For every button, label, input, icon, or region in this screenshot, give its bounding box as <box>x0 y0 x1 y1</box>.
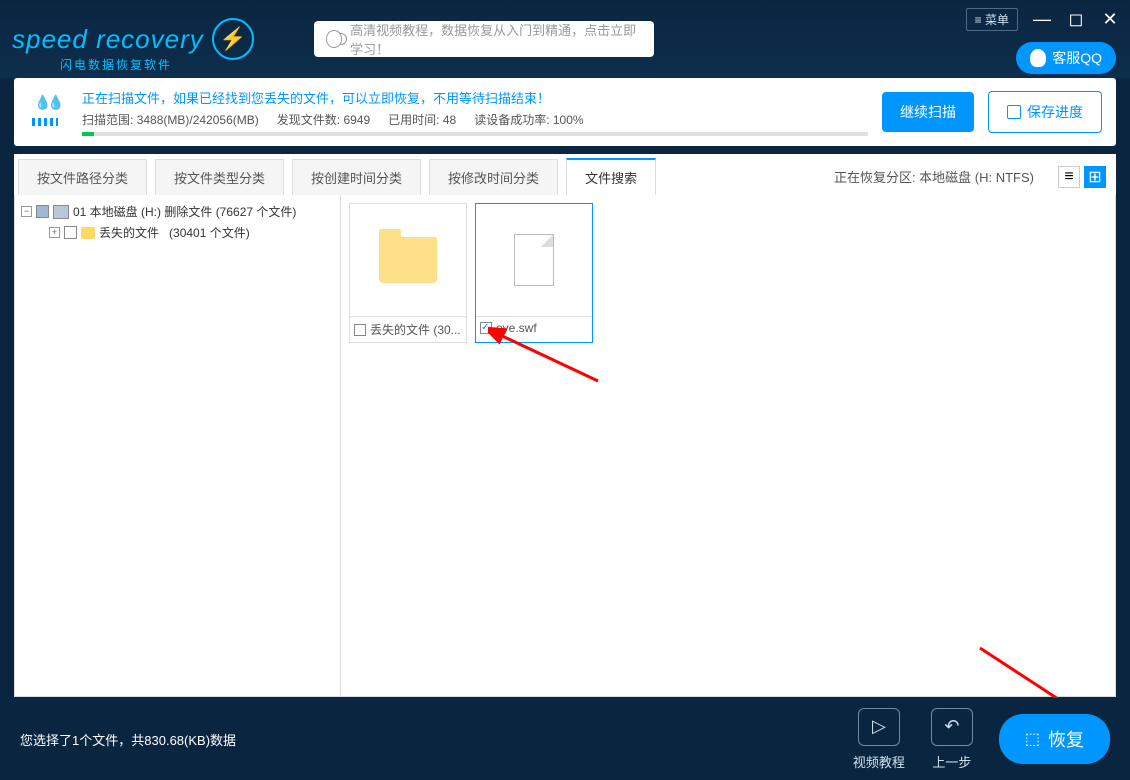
save-progress-button[interactable]: 保存进度 <box>988 91 1102 133</box>
view-toggle: ≡ ⊞ <box>1058 166 1106 188</box>
status-text: 正在扫描文件，如果已经找到您丢失的文件，可以立即恢复，不用等待扫描结束！ 扫描范… <box>82 88 868 136</box>
file-name: eye.swf <box>496 321 537 335</box>
tab-file-search[interactable]: 文件搜索 <box>566 158 656 195</box>
maximize-button[interactable]: ◻ <box>1066 10 1086 30</box>
file-thumbnail <box>476 204 592 316</box>
qq-label: 客服QQ <box>1052 48 1102 68</box>
tree-root-label: 01 本地磁盘 (H:) 删除文件 (76627 个文件) <box>73 203 296 220</box>
window-controls: ≡ 菜单 — ◻ ✕ <box>966 8 1120 31</box>
titlebar: speed recovery ⚡ 闪电数据恢复软件 高清视频教程，数据恢复从入门… <box>0 0 1130 78</box>
scan-progress-fill <box>82 132 94 136</box>
menu-button[interactable]: ≡ 菜单 <box>966 8 1018 31</box>
file-checkbox[interactable] <box>480 322 492 334</box>
partition-info: 正在恢复分区: 本地磁盘 (H: NTFS) <box>818 159 1050 194</box>
video-tutorial-button[interactable]: ▷ 视频教程 <box>853 708 905 771</box>
expand-icon[interactable]: + <box>49 227 60 238</box>
main-content: − 01 本地磁盘 (H:) 删除文件 (76627 个文件) + 丢失的文件 … <box>14 195 1116 697</box>
tree-child-checkbox[interactable] <box>64 226 77 239</box>
footer-actions: ▷ 视频教程 ↶ 上一步 ⬚ 恢复 <box>853 708 1110 771</box>
tree-root-item[interactable]: − 01 本地磁盘 (H:) 删除文件 (76627 个文件) <box>21 201 334 222</box>
recover-button[interactable]: ⬚ 恢复 <box>999 714 1110 764</box>
close-button[interactable]: ✕ <box>1100 10 1120 30</box>
back-icon: ↶ <box>931 708 973 746</box>
scan-icon <box>28 94 68 130</box>
tab-by-type[interactable]: 按文件类型分类 <box>155 159 284 195</box>
tree-child-item[interactable]: + 丢失的文件 (30401 个文件) <box>21 222 334 243</box>
tree-child-label: 丢失的文件 (30401 个文件) <box>99 224 250 241</box>
grid-view-button[interactable]: ⊞ <box>1084 166 1106 188</box>
tutorial-text: 高清视频教程，数据恢复从入门到精通，点击立即学习！ <box>350 20 642 58</box>
footer: 您选择了1个文件，共830.68(KB)数据 ▷ 视频教程 ↶ 上一步 ⬚ 恢复 <box>0 698 1130 780</box>
collapse-icon[interactable]: − <box>21 206 32 217</box>
recover-icon: ⬚ <box>1025 729 1040 749</box>
file-item-folder[interactable]: 丢失的文件 (30... <box>349 203 467 343</box>
selection-status: 您选择了1个文件，共830.68(KB)数据 <box>20 730 236 749</box>
folder-icon <box>379 237 437 283</box>
previous-step-button[interactable]: ↶ 上一步 <box>931 708 973 771</box>
speaker-icon <box>326 30 342 48</box>
tab-by-modify-time[interactable]: 按修改时间分类 <box>429 159 558 195</box>
file-checkbox[interactable] <box>354 324 366 336</box>
document-icon <box>514 234 554 286</box>
play-icon: ▷ <box>858 708 900 746</box>
continue-scan-button[interactable]: 继续扫描 <box>882 92 974 132</box>
logo-bolt-icon: ⚡ <box>212 18 254 60</box>
file-item-eye-swf[interactable]: eye.swf <box>475 203 593 343</box>
folder-icon <box>81 227 95 239</box>
customer-service-button[interactable]: 客服QQ <box>1016 42 1116 74</box>
logo: speed recovery ⚡ <box>12 18 254 60</box>
filter-tabs: 按文件路径分类 按文件类型分类 按创建时间分类 按修改时间分类 文件搜索 正在恢… <box>14 154 1116 195</box>
qq-icon <box>1030 49 1046 67</box>
drive-icon <box>53 205 69 219</box>
file-grid: 丢失的文件 (30... eye.swf <box>341 195 1115 696</box>
logo-subtitle: 闪电数据恢复软件 <box>60 56 172 73</box>
tab-by-create-time[interactable]: 按创建时间分类 <box>292 159 421 195</box>
file-tree-panel: − 01 本地磁盘 (H:) 删除文件 (76627 个文件) + 丢失的文件 … <box>15 195 341 696</box>
list-view-button[interactable]: ≡ <box>1058 166 1080 188</box>
save-icon <box>1007 105 1021 119</box>
minimize-button[interactable]: — <box>1032 10 1052 30</box>
scan-status-panel: 正在扫描文件，如果已经找到您丢失的文件，可以立即恢复，不用等待扫描结束！ 扫描范… <box>14 78 1116 146</box>
status-message: 正在扫描文件，如果已经找到您丢失的文件，可以立即恢复，不用等待扫描结束！ <box>82 88 868 107</box>
tutorial-banner[interactable]: 高清视频教程，数据恢复从入门到精通，点击立即学习！ <box>314 21 654 57</box>
tab-by-path[interactable]: 按文件路径分类 <box>18 159 147 195</box>
folder-thumbnail <box>350 204 466 316</box>
file-name: 丢失的文件 (30... <box>370 321 461 338</box>
status-details: 扫描范围: 3488(MB)/242056(MB) 发现文件数: 6949 已用… <box>82 111 868 128</box>
logo-text: speed recovery <box>12 24 204 55</box>
tree-root-checkbox[interactable] <box>36 205 49 218</box>
scan-progress-bar <box>82 132 868 136</box>
